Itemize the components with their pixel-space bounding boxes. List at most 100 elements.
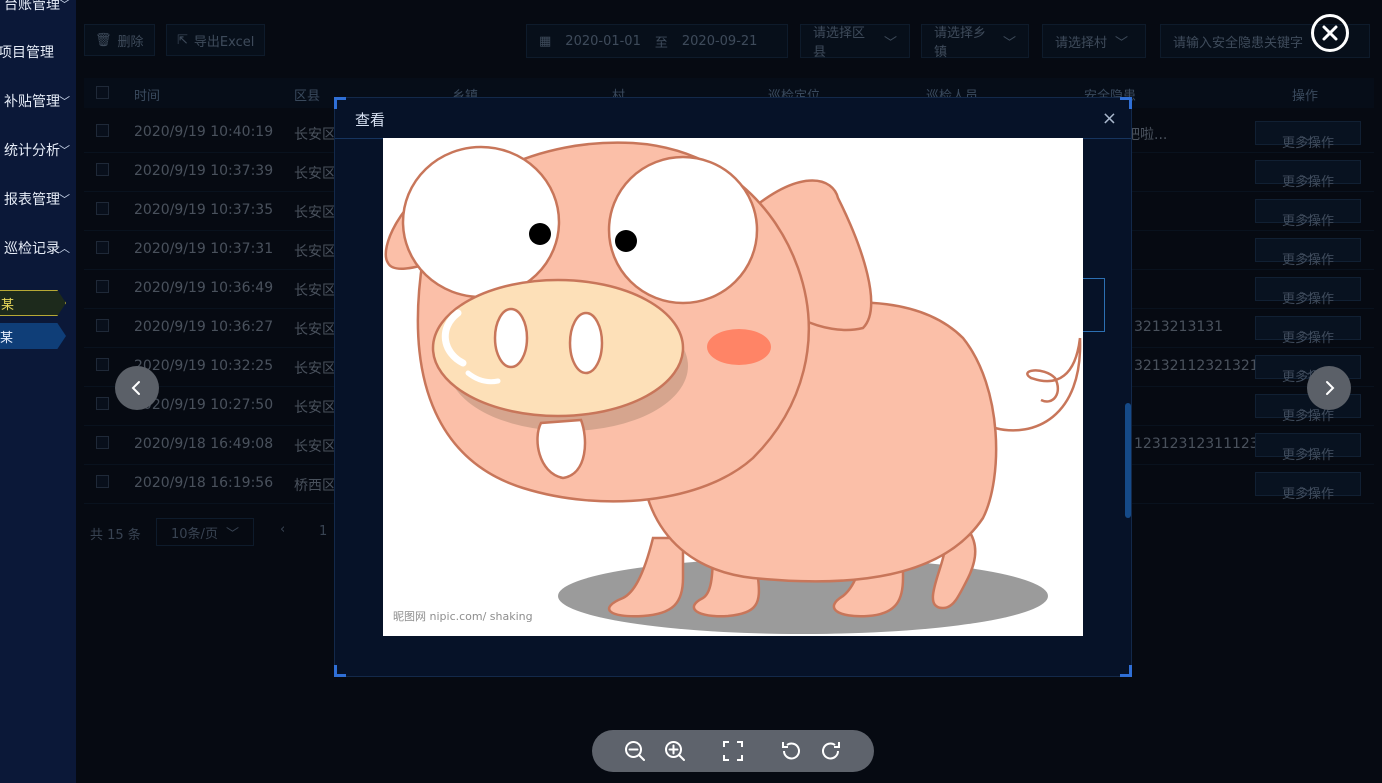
page-size-label: 10条/页 <box>171 526 218 542</box>
town-placeholder: 请选择乡镇 <box>934 26 987 60</box>
zoom-in-icon[interactable] <box>663 739 687 763</box>
cell-district: 长安区 <box>294 361 336 377</box>
corner-decoration <box>334 665 346 677</box>
zoom-out-icon[interactable] <box>623 739 647 763</box>
more-actions-button[interactable]: 更多操作 ﹀ <box>1255 121 1361 151</box>
corner-decoration <box>1120 665 1132 677</box>
chevron-down-icon: ﹀ <box>1301 175 1315 190</box>
viewer-toolbar <box>592 730 874 772</box>
village-select[interactable]: 请选择村 ﹀ <box>1042 24 1146 58</box>
corner-decoration <box>334 97 346 109</box>
delete-button[interactable]: 🗑 删除 <box>84 24 155 56</box>
town-select[interactable]: 请选择乡镇 ﹀ <box>921 24 1029 60</box>
chevron-down-icon: ﹀ <box>1301 214 1315 229</box>
district-select[interactable]: 请选择区县 ﹀ <box>800 24 910 60</box>
sidebar-item-project[interactable]: 项目管理 <box>0 40 76 64</box>
export-excel-button[interactable]: ⇱ 导出Excel <box>166 24 266 56</box>
cell-time: 2020/9/19 10:36:27 <box>134 319 274 335</box>
row-checkbox[interactable] <box>96 163 109 176</box>
sidebar-subitem-active[interactable]: 某 <box>0 290 66 316</box>
calendar-icon: ▦ <box>539 33 552 49</box>
cell-district: 长安区 <box>294 127 336 143</box>
col-actions: 操作 <box>1292 89 1319 104</box>
more-actions-button[interactable]: 更多操作 ﹀ <box>1255 277 1361 307</box>
sidebar-subitem-label: 某 <box>0 330 14 346</box>
date-range-picker[interactable]: ▦ 2020-01-01 至 2020-09-21 <box>526 24 788 58</box>
chevron-right-icon[interactable] <box>1307 366 1351 410</box>
cell-time: 2020/9/19 10:40:19 <box>134 124 274 140</box>
export-icon: ⇱ <box>177 32 188 48</box>
dialog-scrollbar[interactable] <box>1125 403 1131 518</box>
sidebar-item-label: 报表管理 <box>4 192 60 208</box>
chevron-down-icon: ﹀ <box>1301 253 1315 268</box>
select-all-checkbox[interactable] <box>96 86 109 99</box>
chevron-down-icon: ﹀ <box>1301 331 1315 346</box>
chevron-down-icon: ﹀ <box>1115 35 1129 51</box>
date-separator: 至 <box>654 35 668 51</box>
sidebar-item-ledger[interactable]: 台账管理 ﹀ <box>0 0 76 16</box>
cell-time: 2020/9/18 16:19:56 <box>134 475 274 491</box>
sidebar-subitem-selected[interactable]: 某 <box>0 323 66 349</box>
row-checkbox[interactable] <box>96 280 109 293</box>
cell-district: 长安区 <box>294 205 336 221</box>
chevron-down-icon: ﹀ <box>225 526 239 542</box>
more-actions-button[interactable]: 更多操作 ﹀ <box>1255 472 1361 502</box>
chevron-down-icon: ﹀ <box>59 0 70 11</box>
sidebar-item-reports[interactable]: 报表管理 ﹀ <box>0 187 76 211</box>
trash-icon: 🗑 <box>95 32 112 48</box>
chevron-down-icon: ﹀ <box>1301 409 1315 424</box>
delete-label: 删除 <box>117 34 144 50</box>
more-actions-button[interactable]: 更多操作 ﹀ <box>1255 160 1361 190</box>
row-checkbox[interactable] <box>96 202 109 215</box>
chevron-down-icon: ﹀ <box>1301 292 1315 307</box>
row-checkbox[interactable] <box>96 358 109 371</box>
sidebar-item-subsidy[interactable]: 补贴管理 ﹀ <box>0 89 76 113</box>
village-placeholder: 请选择村 <box>1055 35 1108 51</box>
export-label: 导出Excel <box>193 34 255 50</box>
cell-district: 长安区 <box>294 166 336 182</box>
more-actions-button[interactable]: 更多操作 ﹀ <box>1255 238 1361 268</box>
pig-illustration <box>384 141 1082 634</box>
rotate-left-icon[interactable] <box>779 739 803 763</box>
cell-district: 桥西区 <box>294 478 336 494</box>
cell-time: 2020/9/19 10:32:25 <box>134 358 274 374</box>
cell-time: 2020/9/18 16:49:08 <box>134 436 274 452</box>
chevron-down-icon: ﹀ <box>59 144 70 157</box>
cell-district: 长安区 <box>294 400 336 416</box>
fullscreen-icon[interactable] <box>721 739 745 763</box>
cell-time: 2020/9/19 10:37:35 <box>134 202 274 218</box>
sidebar-item-statistics[interactable]: 统计分析 ﹀ <box>0 138 76 162</box>
sidebar-item-label: 巡检记录 <box>4 241 60 257</box>
cell-time: 2020/9/19 10:36:49 <box>134 280 274 296</box>
chevron-down-icon: ﹀ <box>59 95 70 108</box>
district-placeholder: 请选择区县 <box>813 26 866 60</box>
sidebar-item-inspection[interactable]: 巡检记录 ︿ <box>0 236 76 260</box>
date-end: 2020-09-21 <box>681 33 758 49</box>
pager-prev-button[interactable]: ‹ <box>280 522 285 537</box>
chevron-left-icon[interactable] <box>115 366 159 410</box>
row-checkbox[interactable] <box>96 475 109 488</box>
dialog-close-button[interactable]: × <box>1102 108 1117 129</box>
more-actions-button[interactable]: 更多操作 ﹀ <box>1255 316 1361 346</box>
row-checkbox[interactable] <box>96 319 109 332</box>
close-circle-icon[interactable] <box>1311 14 1349 52</box>
more-actions-button[interactable]: 更多操作 ﹀ <box>1255 199 1361 229</box>
chevron-down-icon: ﹀ <box>883 35 897 51</box>
chevron-up-icon: ︿ <box>59 242 70 255</box>
sidebar-item-label: 项目管理 <box>0 45 54 61</box>
cell-district: 长安区 <box>294 439 336 455</box>
pager-page-1[interactable]: 1 <box>319 524 327 539</box>
row-checkbox[interactable] <box>96 436 109 449</box>
sidebar-item-label: 台账管理 <box>4 0 60 13</box>
cell-district: 长安区 <box>294 322 336 338</box>
chevron-down-icon: ﹀ <box>1002 35 1016 51</box>
page-size-select[interactable]: 10条/页 ﹀ <box>156 518 254 546</box>
row-checkbox[interactable] <box>96 397 109 410</box>
sidebar: 台账管理 ﹀ 项目管理 补贴管理 ﹀ 统计分析 ﹀ 报表管理 ﹀ 巡检记录 ︿ … <box>0 0 76 783</box>
row-checkbox[interactable] <box>96 241 109 254</box>
row-checkbox[interactable] <box>96 124 109 137</box>
more-actions-button[interactable]: 更多操作 ﹀ <box>1255 433 1361 463</box>
cell-time: 2020/9/19 10:37:31 <box>134 241 274 257</box>
rotate-right-icon[interactable] <box>819 739 843 763</box>
cell-hazard: 3213213131 <box>1134 319 1224 335</box>
